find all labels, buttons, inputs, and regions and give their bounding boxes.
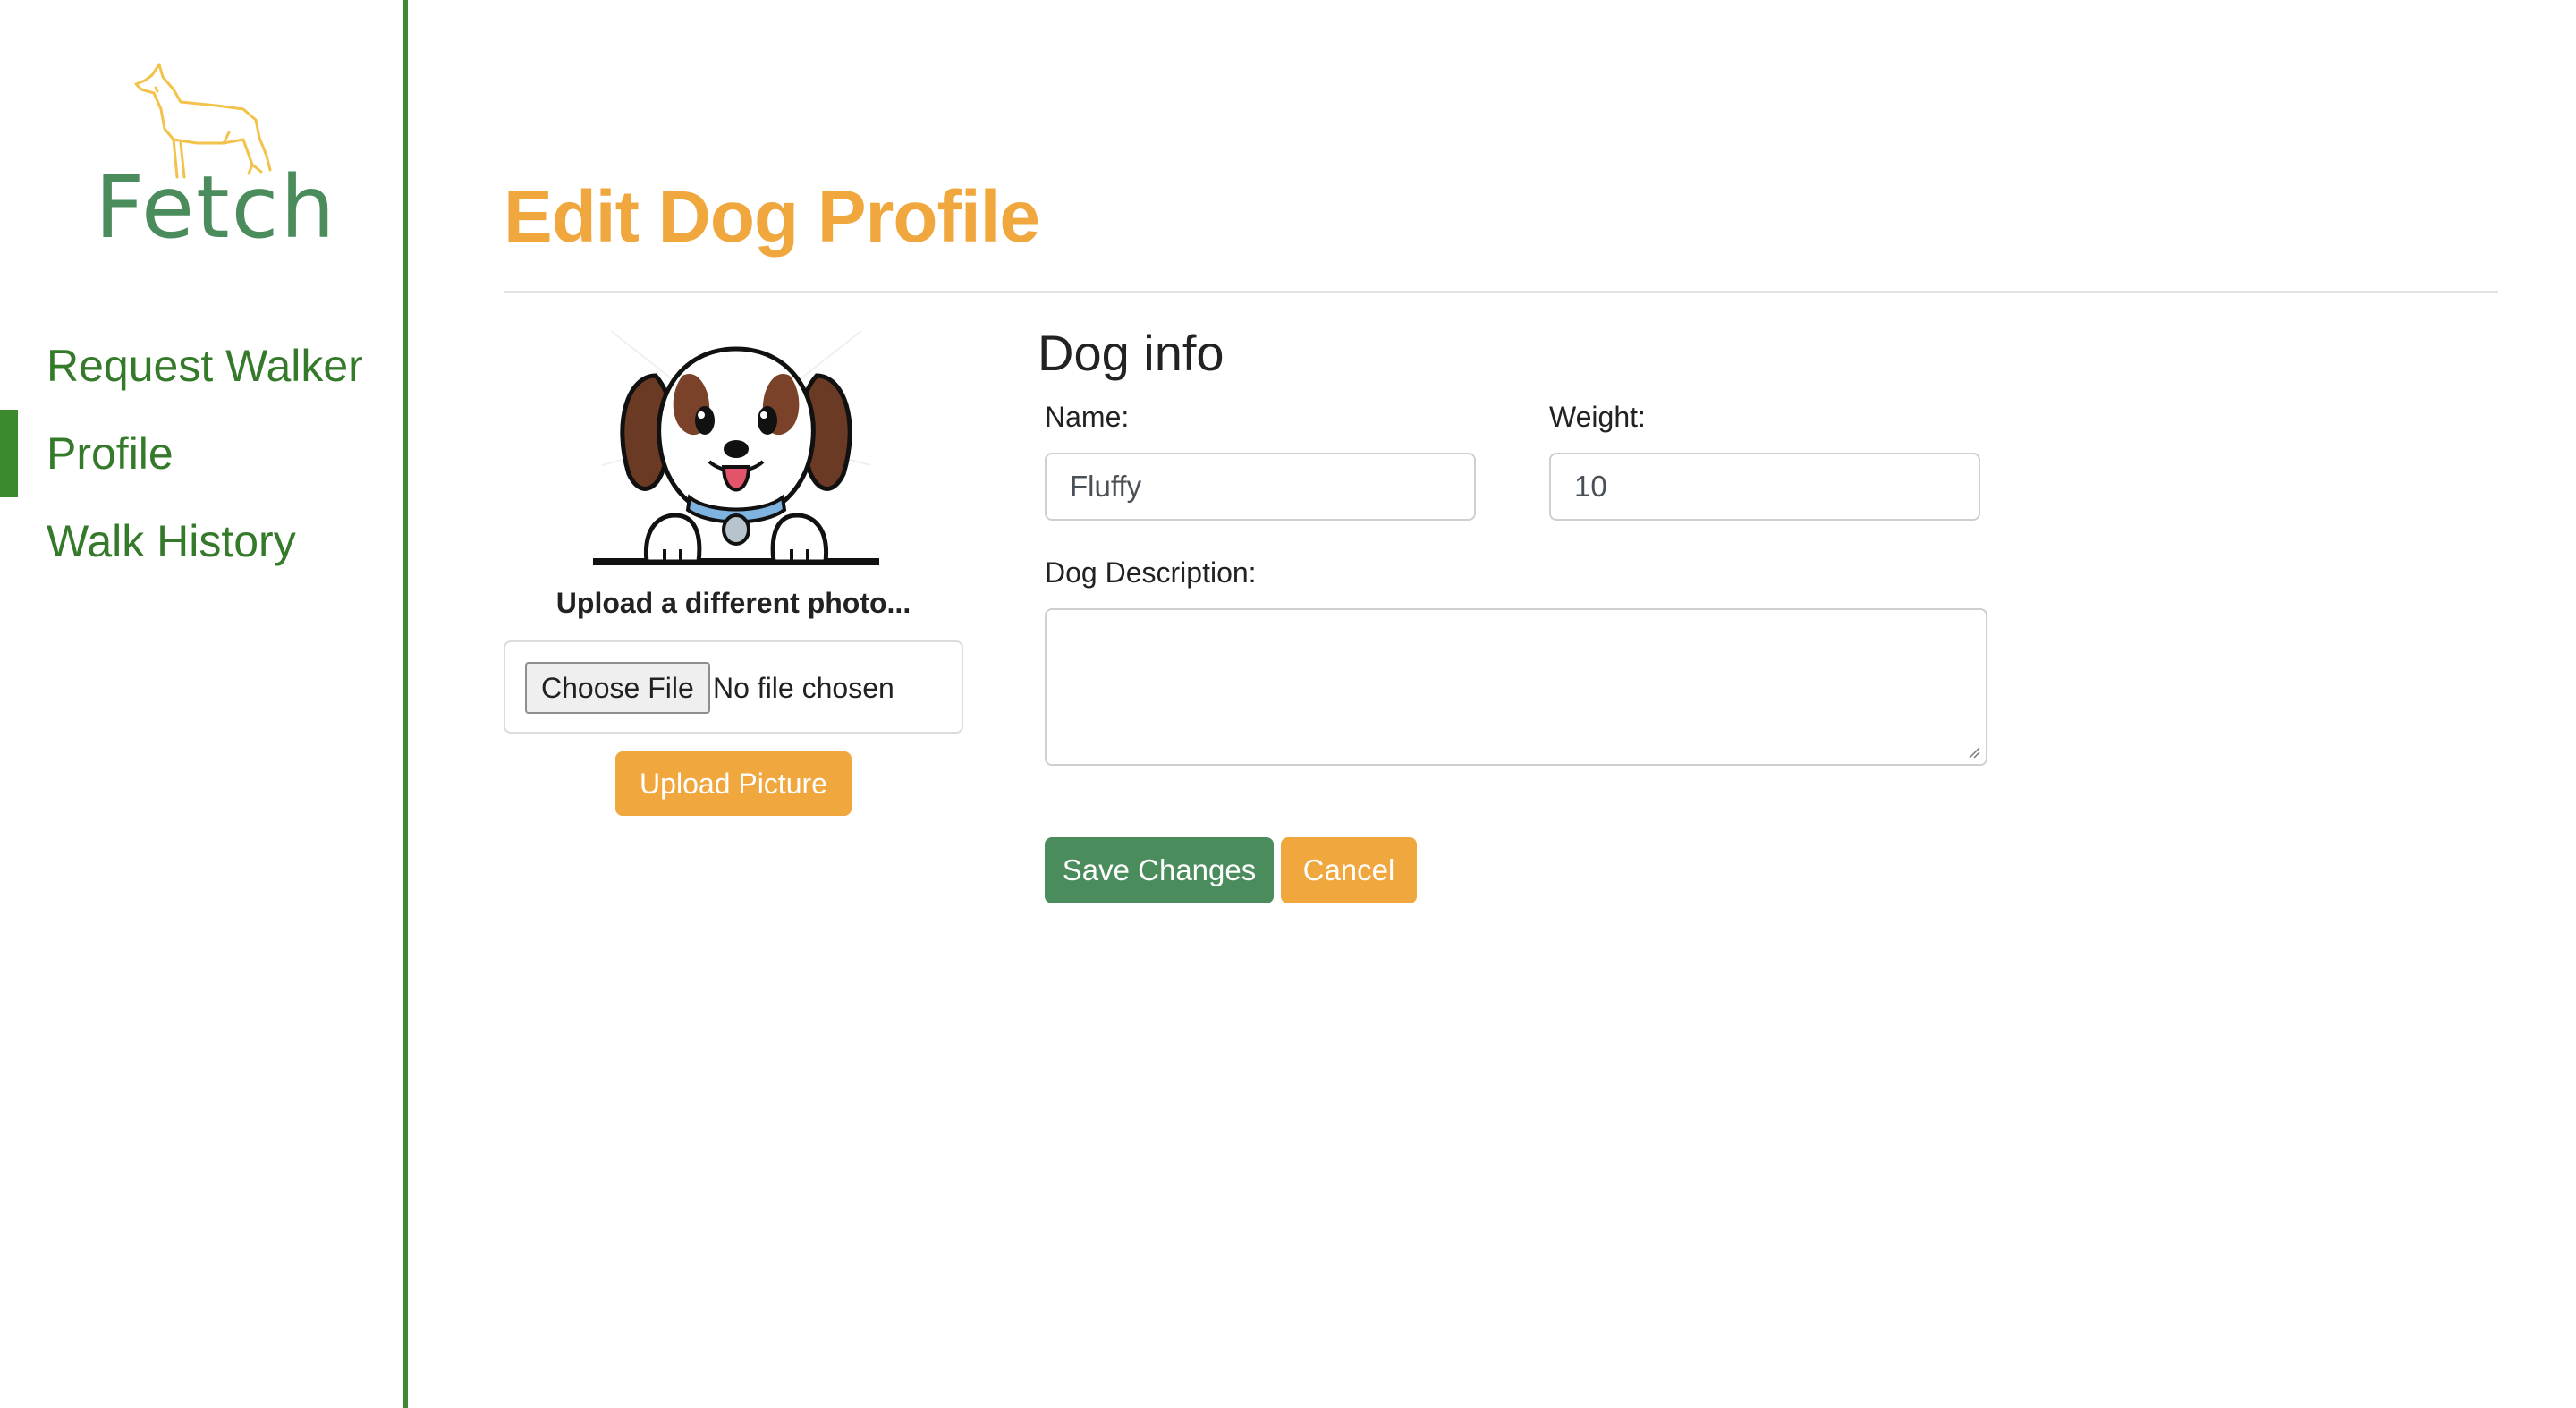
- cancel-button[interactable]: Cancel: [1281, 837, 1417, 903]
- name-label: Name:: [1045, 401, 1130, 433]
- title-divider: [504, 291, 2498, 293]
- choose-file-button[interactable]: Choose File: [525, 662, 710, 714]
- sidebar-item-request-walker[interactable]: Request Walker: [0, 322, 402, 410]
- file-input[interactable]: Choose File No file chosen: [504, 640, 963, 734]
- page-title: Edit Dog Profile: [504, 176, 1040, 258]
- resize-grip-icon[interactable]: [1968, 746, 1980, 759]
- description-textarea[interactable]: [1045, 608, 1987, 766]
- sidebar-nav: Request Walker Profile Walk History: [0, 322, 402, 585]
- upload-picture-button[interactable]: Upload Picture: [615, 751, 852, 816]
- description-label: Dog Description:: [1045, 556, 1257, 589]
- brand-name: Fetch: [95, 157, 337, 258]
- name-input[interactable]: Fluffy: [1045, 453, 1476, 521]
- dog-photo: [593, 330, 879, 565]
- weight-input[interactable]: 10: [1549, 453, 1980, 521]
- file-status-text: No file chosen: [713, 672, 894, 704]
- save-changes-button[interactable]: Save Changes: [1045, 837, 1274, 903]
- sidebar-item-profile[interactable]: Profile: [0, 410, 402, 497]
- weight-label: Weight:: [1549, 401, 1646, 433]
- brand-logo[interactable]: Fetch: [89, 57, 335, 258]
- sidebar: Fetch Request Walker Profile Walk Histor…: [0, 0, 408, 1408]
- section-title: Dog info: [1038, 325, 1224, 381]
- upload-photo-caption: Upload a different photo...: [555, 587, 911, 619]
- sidebar-item-walk-history[interactable]: Walk History: [0, 497, 402, 585]
